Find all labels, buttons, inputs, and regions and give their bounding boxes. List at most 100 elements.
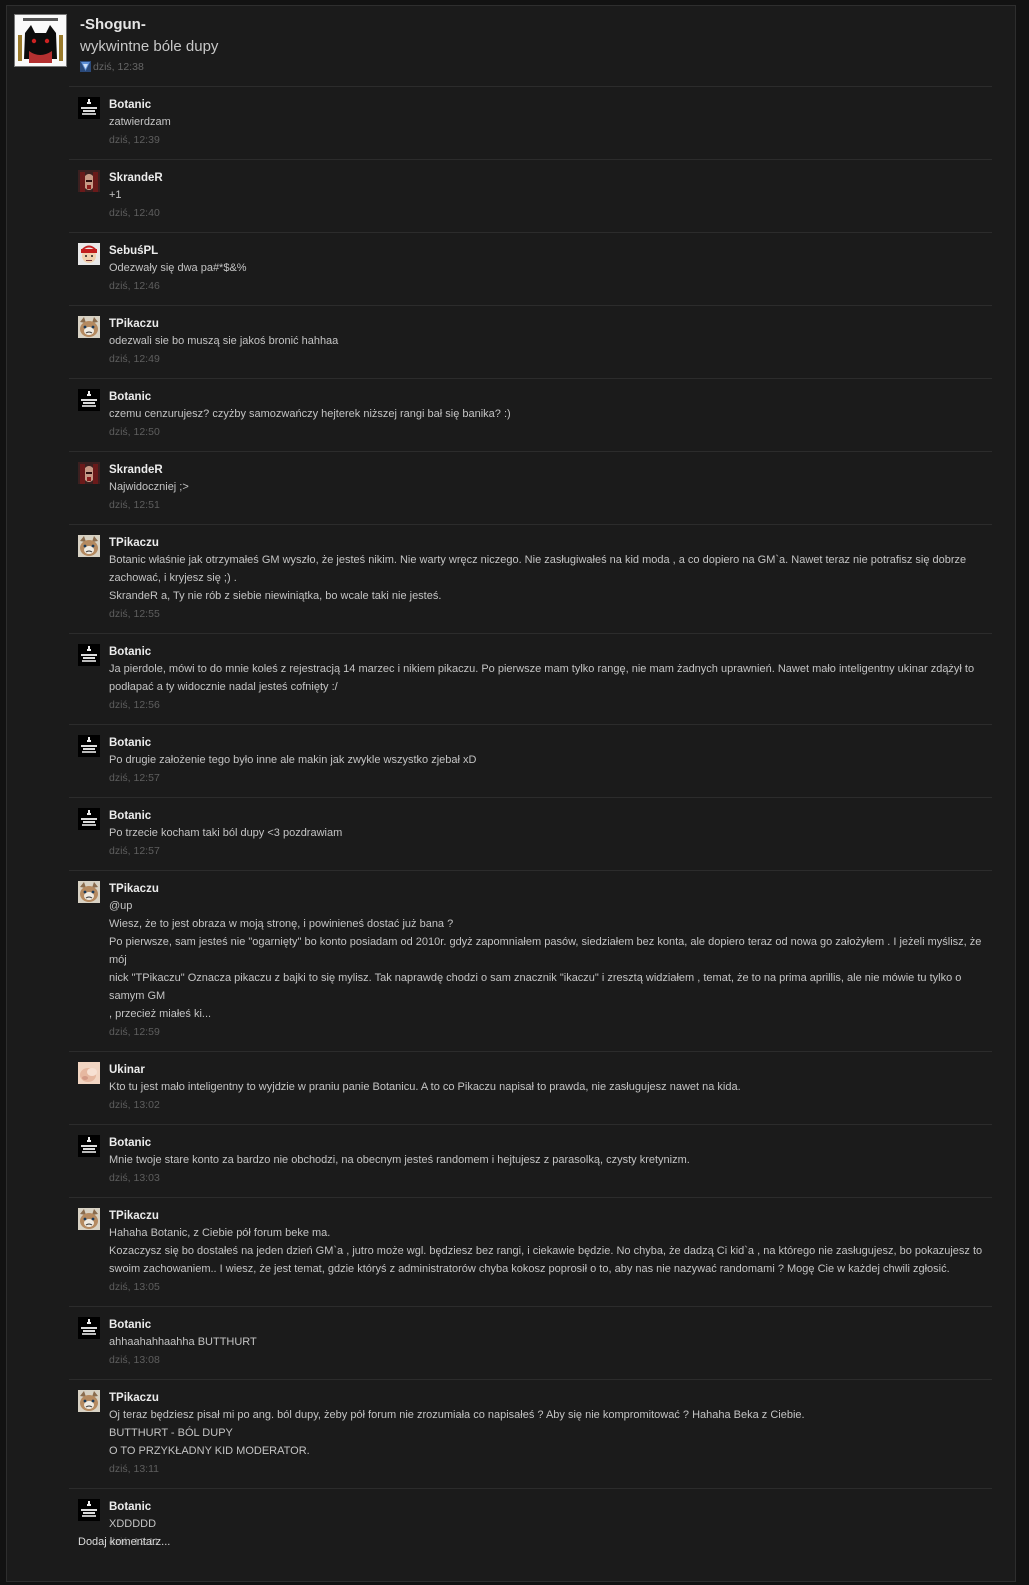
comment-text: Odezwały się dwa pa#*$&% [109, 262, 247, 274]
status-time[interactable]: dziś, 12:38 [93, 61, 144, 73]
comment-text: Po pierwsze, sam jesteś nie "ogarnięty" … [109, 936, 982, 966]
comment-text: Wiesz, że to jest obraza w moją stronę, … [109, 918, 454, 930]
status-update: -Shogun- wykwintne bóle dupy dziś, 12:38 [14, 14, 1014, 74]
sebus-avatar-icon[interactable] [78, 243, 100, 265]
comment-author[interactable]: SkrandeR [109, 462, 992, 478]
tpikaczu-avatar-icon[interactable] [78, 881, 100, 903]
comment-text: Po trzecie kocham taki ból dupy <3 pozdr… [109, 827, 343, 839]
comment-author[interactable]: Botanic [109, 1135, 992, 1151]
comment-time: dziś, 12:51 [109, 499, 160, 511]
comment-author[interactable]: SebuśPL [109, 243, 992, 259]
comment-author[interactable]: Botanic [109, 644, 992, 660]
comment-time: dziś, 12:56 [109, 699, 160, 711]
tpikaczu-avatar-icon[interactable] [78, 1208, 100, 1230]
comment-text: nick "TPikaczu" Oznacza pikaczu z bajki … [109, 972, 962, 1002]
tpikaczu-avatar-icon[interactable] [78, 535, 100, 557]
comment-text: zachować, i kryjesz się ;) . [109, 572, 237, 584]
skrander-avatar-icon[interactable] [78, 462, 100, 484]
comment-item: Botanic Mnie twoje stare konto za bardzo … [69, 1124, 992, 1197]
comment-item: Botanic XDDDDD dziś, 13:11 [69, 1488, 992, 1561]
botanic-avatar-icon[interactable] [78, 1499, 100, 1521]
comment-text: Ja pierdole, mówi to do mnie koleś z rej… [109, 663, 975, 675]
comment-author[interactable]: Botanic [109, 735, 992, 751]
comment-item: TPikaczu Oj teraz będziesz pisał mi po an… [69, 1379, 992, 1488]
comment-author[interactable]: Botanic [109, 389, 992, 405]
tpikaczu-avatar-icon[interactable] [78, 316, 100, 338]
comment-text: Kozaczysz się bo dostałeś na jeden dzień… [109, 1245, 983, 1257]
comment-author[interactable]: TPikaczu [109, 1390, 992, 1406]
comment-author[interactable]: Botanic [109, 808, 992, 824]
comment-time: dziś, 13:11 [109, 1463, 160, 1475]
comment-item: TPikaczu Hahaha Botanic, z Ciebie pół for… [69, 1197, 992, 1306]
comment-author[interactable]: Botanic [109, 1317, 992, 1333]
comment-text: swoim zachowaniem.. I wiesz, że jest tem… [109, 1263, 950, 1275]
status-text: wykwintne bóle dupy [80, 38, 219, 55]
comment-author[interactable]: TPikaczu [109, 1208, 992, 1224]
comment-item: Botanic Po drugie założenie tego było inn… [69, 724, 992, 797]
comment-time: dziś, 13:03 [109, 1172, 160, 1184]
comment-item: Botanic czemu cenzurujesz? czyżby samozwa… [69, 378, 992, 451]
comment-author[interactable]: SkrandeR [109, 170, 992, 186]
comment-time: dziś, 12:40 [109, 207, 160, 219]
botanic-avatar-icon[interactable] [78, 644, 100, 666]
comment-text: Kto tu jest mało inteligentny to wyjdzie… [109, 1081, 741, 1093]
botanic-avatar-icon[interactable] [78, 1317, 100, 1339]
comment-item: Botanic zatwierdzam dziś, 12:39 [69, 86, 992, 159]
botanic-avatar-icon[interactable] [78, 1135, 100, 1157]
ukinar-avatar-icon[interactable] [78, 1062, 100, 1084]
comment-text: Oj teraz będziesz pisał mi po ang. ból d… [109, 1409, 805, 1421]
status-author[interactable]: -Shogun- [80, 16, 146, 33]
comment-time: dziś, 12:59 [109, 1026, 160, 1038]
comment-time: dziś, 13:11 [109, 1536, 160, 1548]
status-edit-icon [80, 61, 91, 72]
tpikaczu-avatar-icon[interactable] [78, 1390, 100, 1412]
comment-time: dziś, 12:39 [109, 134, 160, 146]
comment-text: @up [109, 900, 133, 912]
comment-text: Po drugie założenie tego było inne ale m… [109, 754, 477, 766]
comment-text: odezwali sie bo muszą sie jakoś bronić h… [109, 335, 339, 347]
comment-author[interactable]: Botanic [109, 97, 992, 113]
comment-text: Mnie twoje stare konto za bardzo nie obc… [109, 1154, 690, 1166]
comment-item: TPikaczu odezwali sie bo muszą sie jakoś … [69, 305, 992, 378]
comment-time: dziś, 13:08 [109, 1354, 160, 1366]
comment-text: , przecież miałeś ki... [109, 1008, 212, 1020]
comment-item: SkrandeR +1 dziś, 12:40 [69, 159, 992, 232]
comment-text: +1 [109, 189, 122, 201]
comment-time: dziś, 12:50 [109, 426, 160, 438]
botanic-avatar-icon[interactable] [78, 389, 100, 411]
botanic-avatar-icon[interactable] [78, 97, 100, 119]
add-comment-link[interactable]: Dodaj komentarz... [78, 1536, 170, 1548]
botanic-avatar-icon[interactable] [78, 808, 100, 830]
comment-author[interactable]: Botanic [109, 1499, 992, 1515]
comment-item: Botanic ahhaahahhaahha BUTTHURT dziś, 13:0… [69, 1306, 992, 1379]
comment-item: TPikaczu Botanic właśnie jak otrzymałeś G… [69, 524, 992, 633]
botanic-avatar-icon[interactable] [78, 735, 100, 757]
comment-author[interactable]: Ukinar [109, 1062, 992, 1078]
comment-text: BUTTHURT - BÓL DUPY [109, 1427, 233, 1439]
comment-item: TPikaczu @up Wiesz, że to jest obraza w mo… [69, 870, 992, 1051]
status-meta: dziś, 12:38 [80, 61, 144, 75]
comment-item: Botanic Po trzecie kocham taki ból dupy <… [69, 797, 992, 870]
comment-text: Botanic właśnie jak otrzymałeś GM wyszło… [109, 554, 967, 566]
comment-time: dziś, 13:02 [109, 1099, 160, 1111]
comment-author[interactable]: TPikaczu [109, 535, 992, 551]
comment-text: XDDDDD [109, 1518, 157, 1530]
comment-author[interactable]: TPikaczu [109, 316, 992, 332]
comment-time: dziś, 12:49 [109, 353, 160, 365]
comment-item: SebuśPL Odezwały się dwa pa#*$&% dziś, 12:… [69, 232, 992, 305]
skrander-avatar-icon[interactable] [78, 170, 100, 192]
shogun-avatar-icon[interactable] [14, 14, 67, 67]
comment-author[interactable]: TPikaczu [109, 881, 992, 897]
comment-text: ahhaahahhaahha BUTTHURT [109, 1336, 257, 1348]
comment-list: Botanic zatwierdzam dziś, 12:39 SkrandeR +1 d… [69, 86, 992, 1561]
comment-item: Ukinar Kto tu jest mało inteligentny to w… [69, 1051, 992, 1124]
comment-text: Hahaha Botanic, z Ciebie pół forum beke … [109, 1227, 331, 1239]
comment-text: zatwierdzam [109, 116, 171, 128]
comment-item: SkrandeR Najwidoczniej ;> dziś, 12:51 [69, 451, 992, 524]
comment-time: dziś, 13:05 [109, 1281, 160, 1293]
comment-text: SkrandeR a, Ty nie rób z siebie niewinią… [109, 590, 442, 602]
comment-text: O TO PRZYKŁADNY KID MODERATOR. [109, 1445, 310, 1457]
comment-text: czemu cenzurujesz? czyżby samozwańczy he… [109, 408, 511, 420]
comment-item: Botanic Ja pierdole, mówi to do mnie kole… [69, 633, 992, 724]
comment-time: dziś, 12:46 [109, 280, 160, 292]
